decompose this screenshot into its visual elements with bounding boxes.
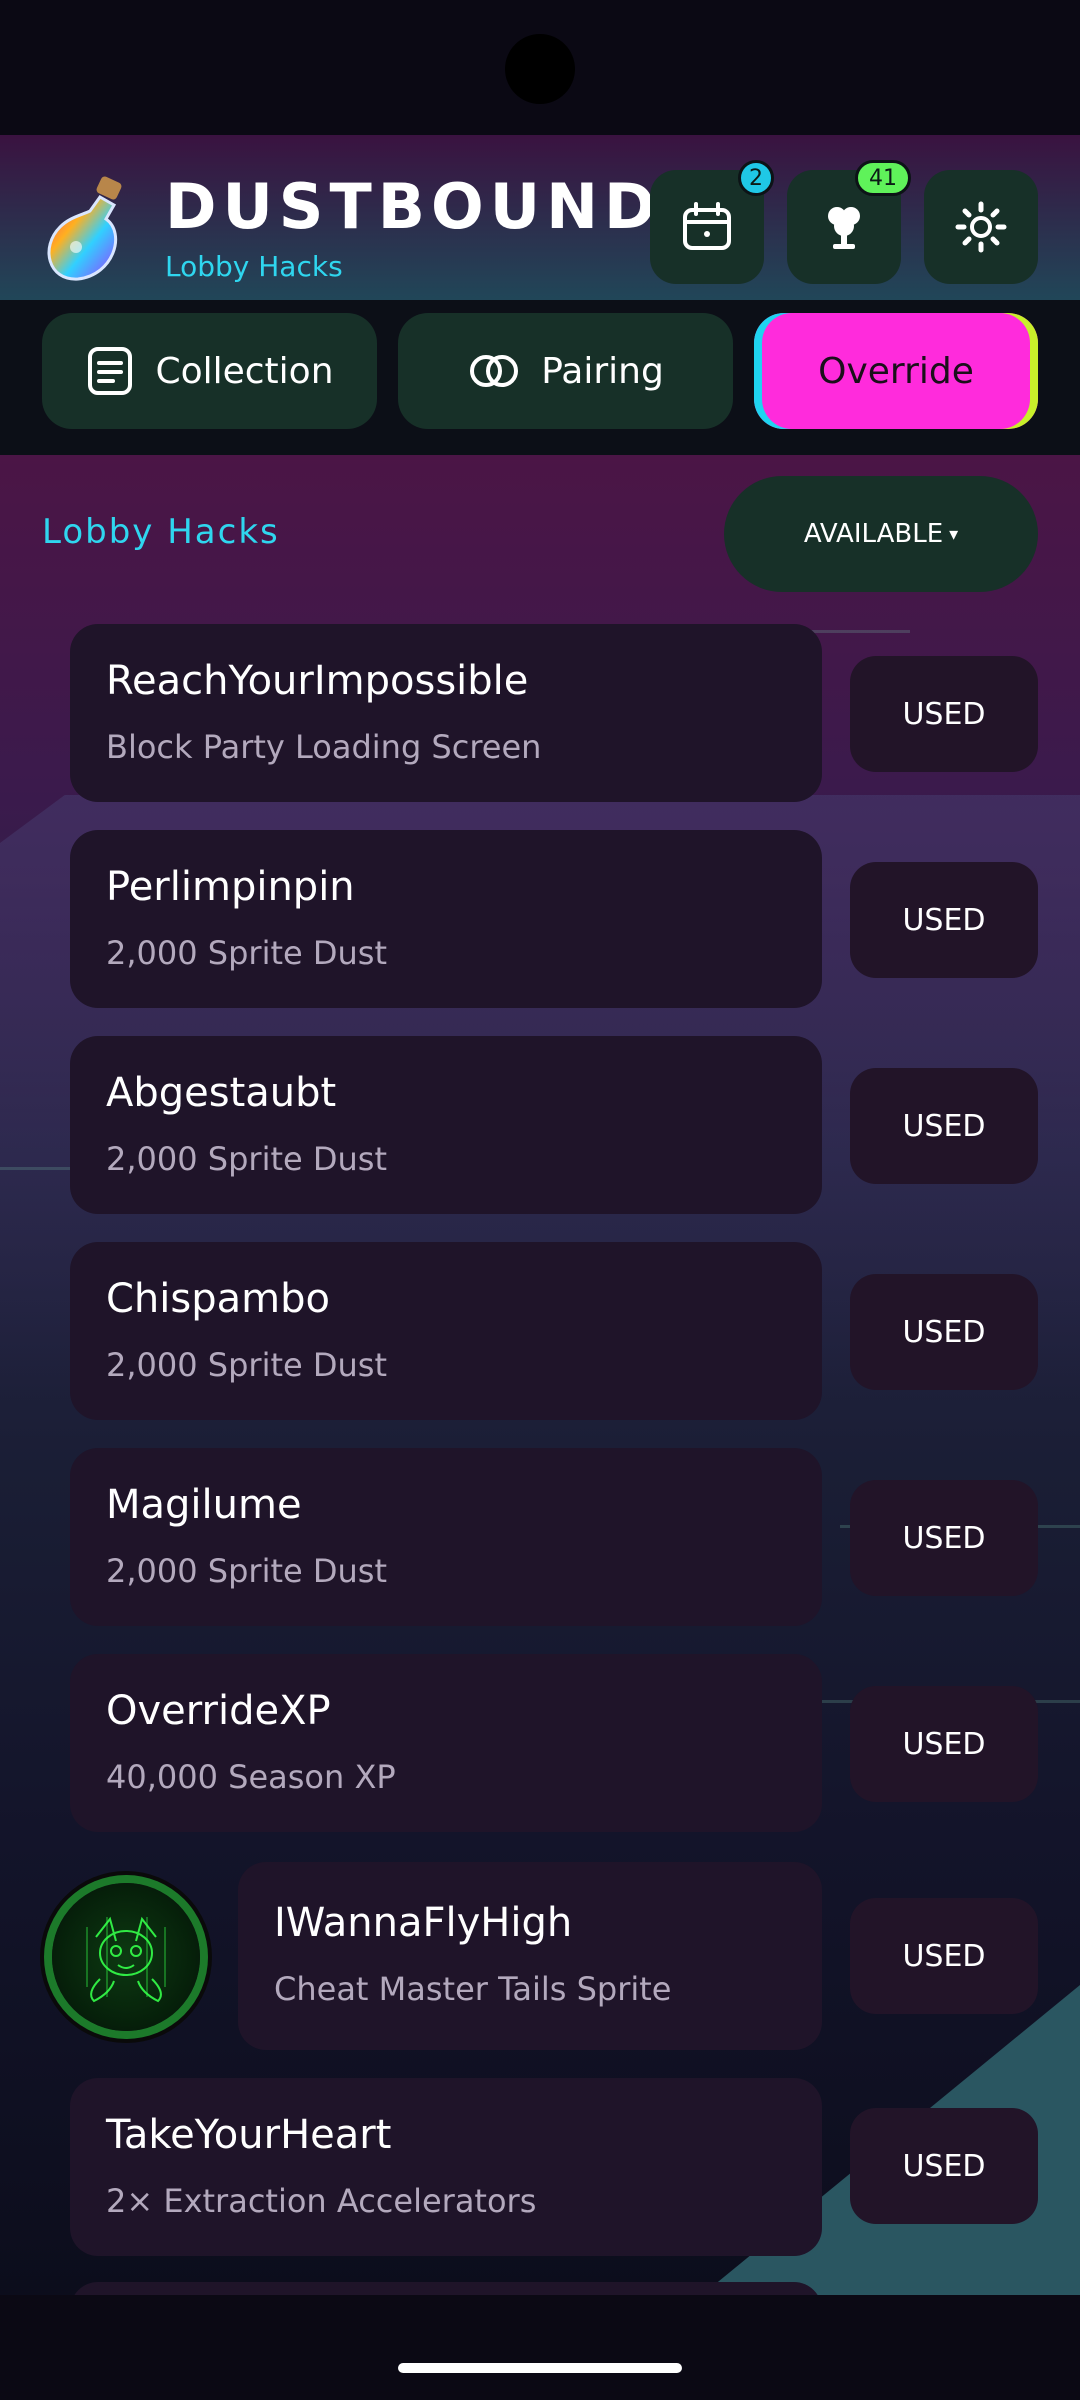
tab-collection[interactable]: Collection (42, 313, 377, 429)
code-card[interactable]: TakeYourHeart 2× Extraction Accelerators (70, 2078, 822, 2256)
code-card[interactable]: Chispambo 2,000 Sprite Dust (70, 1242, 822, 1420)
code-reward: 2,000 Sprite Dust (106, 1140, 387, 1178)
tab-override[interactable]: Override (754, 313, 1038, 429)
app-subtitle: Lobby Hacks (165, 250, 343, 283)
code-card[interactable]: Magilume 2,000 Sprite Dust (70, 1448, 822, 1626)
tree-badge: 41 (855, 160, 911, 196)
tab-pairing-label: Pairing (541, 350, 664, 392)
code-name: IWannaFlyHigh (274, 1900, 573, 1946)
status-button[interactable]: USED (850, 2108, 1038, 2224)
tab-override-label: Override (818, 350, 974, 392)
system-navigation-bar (0, 2295, 1080, 2400)
status-button[interactable]: USED (850, 656, 1038, 772)
tails-sprite-icon (86, 1916, 166, 2003)
filter-label: AVAILABLE (803, 519, 944, 549)
tab-pairing[interactable]: Pairing (398, 313, 733, 429)
status-button[interactable]: USED (850, 1480, 1038, 1596)
status-button[interactable]: USED (850, 1686, 1038, 1802)
code-reward: Block Party Loading Screen (106, 728, 542, 766)
tab-collection-label: Collection (155, 350, 334, 392)
status-bar (0, 0, 1080, 135)
settings-button[interactable] (924, 170, 1038, 284)
code-card[interactable]: IWannaFlyHigh Cheat Master Tails Sprite (238, 1862, 822, 2050)
app-title: DUSTBOUND (165, 170, 662, 243)
code-card[interactable]: Abgestaubt 2,000 Sprite Dust (70, 1036, 822, 1214)
code-reward: 2,000 Sprite Dust (106, 1552, 387, 1590)
code-name: TakeYourHeart (106, 2112, 392, 2158)
gear-icon (955, 201, 1007, 253)
code-name: Chispambo (106, 1276, 330, 1322)
code-name: OverrideXP (106, 1688, 331, 1734)
calendar-badge: 2 (738, 160, 774, 196)
code-name: Magilume (106, 1482, 302, 1528)
rings-icon (470, 355, 519, 387)
status-button[interactable]: USED (850, 862, 1038, 978)
availability-filter-dropdown[interactable]: AVAILABLE ▾ (724, 476, 1038, 592)
tails-avatar (52, 1883, 200, 2031)
tree-button[interactable]: 41 (787, 160, 911, 284)
code-name: Abgestaubt (106, 1070, 337, 1116)
code-reward: 40,000 Season XP (106, 1758, 396, 1796)
code-card[interactable]: ReachYourImpossible Block Party Loading … (70, 624, 822, 802)
calendar-icon (683, 202, 731, 250)
code-card[interactable]: OverrideXP 40,000 Season XP (70, 1654, 822, 1832)
section-title: Lobby Hacks (42, 512, 280, 552)
code-name: ReachYourImpossible (106, 658, 529, 704)
code-reward: 2,000 Sprite Dust (106, 934, 387, 972)
status-button[interactable]: USED (850, 1274, 1038, 1390)
code-reward: Cheat Master Tails Sprite (274, 1970, 672, 2008)
chevron-down-icon: ▾ (949, 523, 959, 545)
code-card[interactable]: Perlimpinpin 2,000 Sprite Dust (70, 830, 822, 1008)
camera-cutout (505, 34, 575, 104)
code-name: Perlimpinpin (106, 864, 355, 910)
calendar-button[interactable]: 2 (650, 160, 774, 284)
code-reward: 2,000 Sprite Dust (106, 1346, 387, 1384)
home-gesture-pill[interactable] (398, 2363, 682, 2373)
code-reward: 2× Extraction Accelerators (106, 2182, 537, 2220)
potion-logo-icon (42, 175, 138, 285)
status-button[interactable]: USED (850, 1068, 1038, 1184)
list-icon (88, 347, 133, 395)
status-button[interactable]: USED (850, 1898, 1038, 2014)
tree-icon (828, 207, 860, 249)
